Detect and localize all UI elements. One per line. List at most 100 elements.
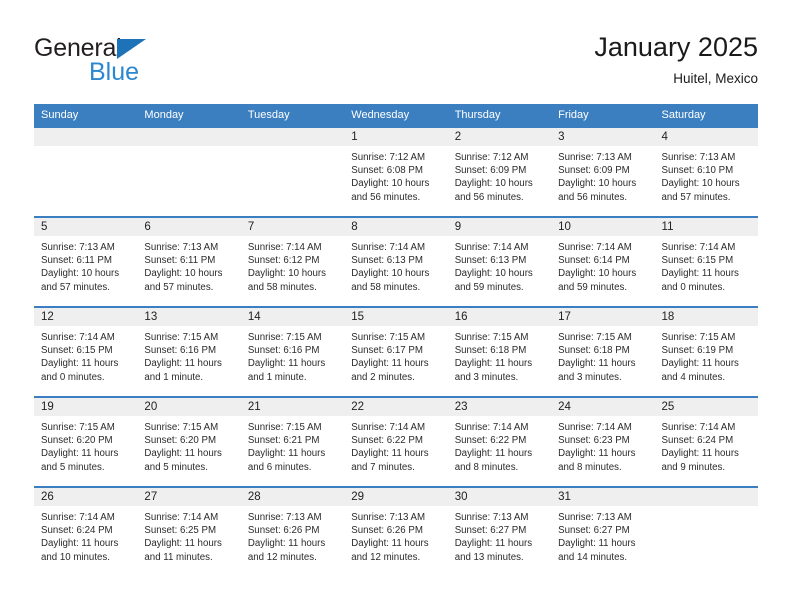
sunset-text: Sunset: 6:16 PM: [247, 345, 320, 357]
day-detail-block: Sunrise: 7:13 AM Sunset: 6:27 PM Daylight:…: [448, 506, 551, 564]
day-number: 4: [654, 128, 758, 146]
sunrise-text: Sunrise: 7:15 AM: [351, 332, 426, 343]
sunset-text: Sunset: 6:22 PM: [351, 435, 423, 447]
day-detail-block: Sunrise: 7:14 AM Sunset: 6:15 PM Daylight:…: [34, 326, 137, 384]
day-detail-block: Sunrise: 7:12 AM Sunset: 6:08 PM Daylight:…: [344, 146, 447, 204]
sunset-text: Sunset: 6:22 PM: [454, 435, 527, 447]
sunset-text: Sunset: 6:12 PM: [247, 255, 320, 267]
calendar-day-cell[interactable]: 15 Sunrise: 7:15 AM Sunset: 6:17 PM Dayligh…: [344, 306, 448, 397]
calendar-day-cell[interactable]: 10 Sunrise: 7:14 AM Sunset: 6:14 PM Dayligh…: [551, 216, 655, 307]
daylight-text: Daylight: 11 hours and 4 minutes.: [661, 358, 739, 383]
calendar-day-cell[interactable]: 20 Sunrise: 7:15 AM Sunset: 6:20 PM Dayligh…: [137, 396, 241, 487]
day-number: [34, 128, 138, 146]
day-number: [137, 128, 241, 146]
sunrise-text: Sunrise: 7:14 AM: [351, 242, 426, 253]
calendar-day-cell[interactable]: 5 Sunrise: 7:13 AM Sunset: 6:11 PM Daylight…: [34, 216, 138, 307]
day-number: 16: [447, 308, 552, 326]
day-detail-block: Sunrise: 7:15 AM Sunset: 6:16 PM Daylight:…: [241, 326, 344, 384]
calendar-day-cell[interactable]: 17 Sunrise: 7:15 AM Sunset: 6:18 PM Dayligh…: [551, 306, 655, 397]
day-number: 9: [447, 218, 552, 236]
day-detail-block: Sunrise: 7:15 AM Sunset: 6:18 PM Daylight:…: [448, 326, 551, 384]
calendar-day-cell[interactable]: 8 Sunrise: 7:14 AM Sunset: 6:13 PM Daylight…: [344, 216, 448, 307]
daylight-text: Daylight: 11 hours and 5 minutes.: [144, 448, 222, 473]
day-number: 31: [551, 488, 655, 506]
calendar-day-cell[interactable]: 2 Sunrise: 7:12 AM Sunset: 6:09 PM Daylight…: [447, 126, 552, 217]
sunset-text: Sunset: 6:21 PM: [247, 435, 320, 447]
day-detail-block: Sunrise: 7:13 AM Sunset: 6:26 PM Daylight:…: [344, 506, 447, 564]
sunset-text: Sunset: 6:16 PM: [144, 345, 217, 357]
sunset-text: Sunset: 6:19 PM: [661, 345, 734, 357]
sunrise-text: Sunrise: 7:15 AM: [454, 332, 529, 343]
calendar-day-cell[interactable]: 3 Sunrise: 7:13 AM Sunset: 6:09 PM Daylight…: [551, 126, 655, 217]
calendar-day-cell[interactable]: 19 Sunrise: 7:15 AM Sunset: 6:20 PM Dayligh…: [34, 396, 138, 487]
calendar-day-cell[interactable]: 11 Sunrise: 7:14 AM Sunset: 6:15 PM Dayligh…: [654, 216, 758, 307]
sunset-text: Sunset: 6:15 PM: [41, 345, 113, 357]
sunrise-text: Sunrise: 7:14 AM: [558, 242, 632, 253]
calendar-day-cell[interactable]: 4 Sunrise: 7:13 AM Sunset: 6:10 PM Daylight…: [654, 126, 758, 217]
weekday-header-wednesday: Wednesday: [344, 104, 448, 127]
sunset-text: Sunset: 6:24 PM: [41, 525, 113, 537]
sunrise-text: Sunrise: 7:13 AM: [558, 512, 632, 523]
calendar-day-cell[interactable]: 22 Sunrise: 7:14 AM Sunset: 6:22 PM Dayligh…: [344, 396, 448, 487]
calendar-day-cell[interactable]: 25 Sunrise: 7:14 AM Sunset: 6:24 PM Dayligh…: [654, 396, 758, 487]
day-number: 1: [344, 128, 448, 146]
sunset-text: Sunset: 6:25 PM: [144, 525, 217, 537]
calendar-day-cell[interactable]: 7 Sunrise: 7:14 AM Sunset: 6:12 PM Daylight…: [240, 216, 345, 307]
calendar-day-cell[interactable]: 28 Sunrise: 7:13 AM Sunset: 6:26 PM Dayligh…: [240, 486, 345, 577]
calendar-day-cell[interactable]: 23 Sunrise: 7:14 AM Sunset: 6:22 PM Dayligh…: [447, 396, 552, 487]
calendar-day-cell[interactable]: 12 Sunrise: 7:14 AM Sunset: 6:15 PM Dayligh…: [34, 306, 138, 397]
sunrise-text: Sunrise: 7:12 AM: [454, 152, 529, 163]
calendar-day-cell[interactable]: 27 Sunrise: 7:14 AM Sunset: 6:25 PM Dayligh…: [137, 486, 241, 577]
daylight-text: Daylight: 11 hours and 14 minutes.: [558, 538, 636, 563]
calendar-day-cell[interactable]: 30 Sunrise: 7:13 AM Sunset: 6:27 PM Dayligh…: [447, 486, 552, 577]
daylight-text: Daylight: 10 hours and 59 minutes.: [454, 268, 533, 293]
sunrise-text: Sunrise: 7:13 AM: [144, 242, 219, 253]
day-detail-block: Sunrise: 7:12 AM Sunset: 6:09 PM Daylight:…: [448, 146, 551, 204]
day-detail-block: Sunrise: 7:13 AM Sunset: 6:11 PM Daylight:…: [137, 236, 240, 294]
weekday-header-row: Sunday Monday Tuesday Wednesday Thursday…: [34, 104, 758, 127]
calendar-day-cell[interactable]: 21 Sunrise: 7:15 AM Sunset: 6:21 PM Dayligh…: [240, 396, 345, 487]
day-detail-block: Sunrise: 7:15 AM Sunset: 6:16 PM Daylight:…: [137, 326, 240, 384]
daylight-text: Daylight: 10 hours and 56 minutes.: [454, 178, 533, 203]
calendar-day-cell[interactable]: 18 Sunrise: 7:15 AM Sunset: 6:19 PM Dayligh…: [654, 306, 758, 397]
day-number: 3: [551, 128, 655, 146]
weekday-header-friday: Friday: [551, 104, 655, 127]
sunrise-text: Sunrise: 7:13 AM: [247, 512, 322, 523]
sunrise-text: Sunrise: 7:14 AM: [661, 242, 736, 253]
logo-triangle-icon: [117, 39, 146, 59]
day-number: 2: [447, 128, 552, 146]
daylight-text: Daylight: 10 hours and 57 minutes.: [41, 268, 120, 293]
sunrise-text: Sunrise: 7:15 AM: [144, 422, 219, 433]
calendar-day-cell[interactable]: 29 Sunrise: 7:13 AM Sunset: 6:26 PM Dayligh…: [344, 486, 448, 577]
calendar-day-cell[interactable]: 9 Sunrise: 7:14 AM Sunset: 6:13 PM Daylight…: [447, 216, 552, 307]
daylight-text: Daylight: 11 hours and 3 minutes.: [558, 358, 636, 383]
page-title: January 2025: [594, 32, 758, 62]
daylight-text: Daylight: 11 hours and 0 minutes.: [661, 268, 739, 293]
day-number: 18: [654, 308, 758, 326]
weekday-header-sunday: Sunday: [34, 104, 138, 127]
daylight-text: Daylight: 10 hours and 58 minutes.: [351, 268, 430, 293]
calendar-day-cell[interactable]: 26 Sunrise: 7:14 AM Sunset: 6:24 PM Dayligh…: [34, 486, 138, 577]
calendar-day-cell[interactable]: 16 Sunrise: 7:15 AM Sunset: 6:18 PM Dayligh…: [447, 306, 552, 397]
calendar-day-cell[interactable]: 1 Sunrise: 7:12 AM Sunset: 6:08 PM Daylight…: [344, 126, 448, 217]
day-detail-block: Sunrise: 7:13 AM Sunset: 6:27 PM Daylight:…: [551, 506, 654, 564]
day-detail-block: Sunrise: 7:15 AM Sunset: 6:21 PM Daylight:…: [241, 416, 344, 474]
day-number: [654, 488, 758, 506]
sunset-text: Sunset: 6:13 PM: [351, 255, 423, 267]
day-number: 26: [34, 488, 138, 506]
calendar-day-cell[interactable]: 13 Sunrise: 7:15 AM Sunset: 6:16 PM Dayligh…: [137, 306, 241, 397]
calendar-body: 1 Sunrise: 7:12 AM Sunset: 6:08 PM Daylight…: [34, 126, 758, 577]
calendar-day-cell-empty: [240, 126, 345, 217]
day-number: 27: [137, 488, 241, 506]
day-detail-block: Sunrise: 7:15 AM Sunset: 6:18 PM Daylight:…: [551, 326, 654, 384]
sunset-text: Sunset: 6:24 PM: [661, 435, 734, 447]
day-detail-block: Sunrise: 7:15 AM Sunset: 6:17 PM Daylight:…: [344, 326, 447, 384]
daylight-text: Daylight: 11 hours and 0 minutes.: [41, 358, 119, 383]
calendar-day-cell[interactable]: 14 Sunrise: 7:15 AM Sunset: 6:16 PM Dayligh…: [240, 306, 345, 397]
calendar-day-cell[interactable]: 6 Sunrise: 7:13 AM Sunset: 6:11 PM Daylight…: [137, 216, 241, 307]
calendar-day-cell[interactable]: 31 Sunrise: 7:13 AM Sunset: 6:27 PM Dayligh…: [551, 486, 655, 577]
sunset-text: Sunset: 6:14 PM: [558, 255, 630, 267]
sunrise-text: Sunrise: 7:14 AM: [41, 512, 115, 523]
day-detail-block: Sunrise: 7:14 AM Sunset: 6:23 PM Daylight:…: [551, 416, 654, 474]
calendar-day-cell[interactable]: 24 Sunrise: 7:14 AM Sunset: 6:23 PM Dayligh…: [551, 396, 655, 487]
